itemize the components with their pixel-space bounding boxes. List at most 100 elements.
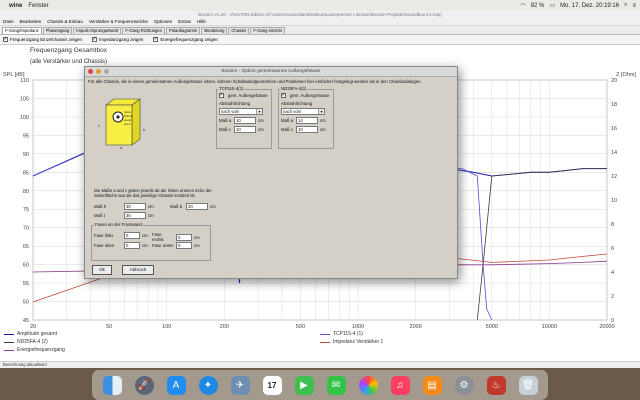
y-tick-label-right: 10 [611,198,617,204]
chart-legend: Amplitude gesamt TCP115-4 (1) ND25FA-4 (2)… [0,329,640,357]
y-tick-label-right: 18 [611,102,617,108]
cabinet-illustration-icon: c a b Seite Schall- wand oben [98,98,146,150]
cancel-button[interactable]: Abbruch [122,265,154,275]
battery-icon[interactable]: ▭ [549,2,555,9]
chassis-1-direction-select[interactable]: nach vorn ▾ [219,108,263,115]
chassis-2-abstrahl-label: Abstrahlrichtung [281,101,313,106]
messages-icon[interactable]: ✉ [326,375,346,395]
menu-list-icon[interactable]: ≡ [632,3,636,9]
facetime-icon[interactable]: ▶ [294,375,314,395]
preview-icon[interactable]: ✈ [230,375,250,395]
checkbox-icon[interactable] [219,92,224,98]
chassis-1-a-label: Maß a [219,118,232,123]
tab-fgang-impedanz[interactable]: F-Gang/Impedanz [2,27,42,34]
legend-item: ND25FA-4 (2) [4,339,48,345]
tab-fgang-richtungen[interactable]: F-Gang Richtungen [122,27,165,34]
wifi-icon[interactable]: ◠ [520,2,525,9]
menu-chassis-einbau[interactable]: Chassis & Einbau [47,18,83,25]
finder-icon[interactable] [102,375,122,395]
chassis-2-a-input[interactable]: 14 [296,117,318,124]
menu-optionen[interactable]: Optionen [154,18,172,25]
menu-hilfe[interactable]: Hilfe [197,18,206,25]
chassis-2-a-label: Maß a [281,118,294,123]
legend-swatch [4,349,14,351]
fase-unten-label: Fase unten [152,243,174,248]
chassis-2-c-input[interactable]: 10 [296,126,318,133]
ok-button[interactable]: Ok [92,265,112,275]
y-tick-label-left: 65 [23,244,29,250]
tab-buendelung[interactable]: Bündelung [201,27,228,34]
safari-icon[interactable]: ✦ [198,375,218,395]
chassis-1-a-unit: cm [258,118,264,123]
row-fase-rechts: Fase rechts 0 cm [152,232,200,242]
chassis-2-gem[interactable]: gem. Außengehäuse [281,92,330,98]
x-tick-label: 200 [220,324,229,328]
checkbox-icon[interactable] [281,92,286,98]
chassis-1-c-label: Maß c [219,127,231,132]
mass-h-input[interactable]: 30 [124,203,146,210]
tab-impuls[interactable]: Impuls-/Sprungantwort [73,27,122,34]
tab-polardiagramm[interactable]: Polardiagramm [165,27,201,34]
calendar-icon[interactable]: 17 [262,375,282,395]
app-menu-wine[interactable]: wine [9,3,22,9]
chevron-down-icon[interactable]: ▾ [256,109,262,114]
app-store-icon[interactable]: A [166,375,186,395]
legend-swatch [4,333,14,335]
fase-links-input[interactable]: 0 [124,232,140,239]
menu-datei[interactable]: Datei [3,18,14,25]
chassis-2-direction-value: nach vorn [283,109,302,114]
chassis-1-c-input[interactable]: 10 [234,126,256,133]
dialog-titlebar: Boxsim - Option gemeinsames Außengehäuse [85,67,457,77]
x-tick-label: 100 [162,324,171,328]
illu-text-3: oben [124,122,131,126]
y-tick-label-left: 100 [20,115,29,121]
mass-t-label: Maß t [94,213,105,218]
fase-unten-input[interactable]: 0 [176,242,192,249]
mass-t-input[interactable]: 30 [124,212,146,219]
dialog-note: Für alle Chassis, die in einem gemeinsam… [88,79,422,84]
mass-b-input[interactable]: 20 [186,203,208,210]
chassis-1-gem[interactable]: gem. Außengehäuse [219,92,268,98]
mass-b-unit: cm [210,204,216,209]
menu-verstaerker[interactable]: Verstärker & Frequenzweiche [89,18,148,25]
system-preferences-icon[interactable]: ⚙ [454,375,474,395]
chassis-2-direction-select[interactable]: nach vorn ▾ [281,108,325,115]
photos-icon[interactable] [358,375,378,395]
status-bar: Berechnung aktualisiert [0,361,640,368]
fase-rechts-label: Fase rechts [152,232,164,242]
y-tick-label-left: 60 [23,263,29,269]
tab-chassis[interactable]: Chassis [228,27,250,34]
legend-swatch [320,341,330,343]
y-tick-label-left: 105 [20,96,29,102]
chassis-1-a-input[interactable]: 10 [234,117,256,124]
chassis-1-direction-value: nach vorn [221,109,240,114]
search-icon[interactable]: ⌕ [624,2,627,9]
clock[interactable]: Mo. 17. Dez. 20:19:16 [560,3,619,9]
x-tick-label: 20000 [599,324,614,328]
y-tick-label-right: 16 [611,126,617,132]
y-tick-label-left: 45 [23,318,29,324]
trash-icon[interactable]: 🗑 [518,375,538,395]
chassis-1-a: Maß a 10 cm [219,117,264,124]
chassis-2-a: Maß a 14 cm [281,117,326,124]
launchpad-icon[interactable]: 🚀 [134,375,154,395]
y-axis-label-right: Z [Ohm] [616,72,636,78]
menu-extras[interactable]: Extras [178,18,191,25]
y-tick-label-left: 55 [23,281,29,287]
menu-bearbeiten[interactable]: Bearbeiten [20,18,42,25]
tab-phasengang[interactable]: Phasengang [42,27,73,34]
y-tick-label-left: 80 [23,189,29,195]
fase-links-unit: cm [142,233,148,238]
fase-rechts-input[interactable]: 0 [176,233,192,241]
chevron-down-icon[interactable]: ▾ [318,109,324,114]
legend-item: TCP115-4 (1) [320,331,363,337]
music-icon[interactable]: ♫ [390,375,410,395]
tab-fgang-einzeln[interactable]: F-Gang einzeln [250,27,285,34]
fase-oben-label: Fase oben [94,243,115,248]
books-icon[interactable]: ▤ [422,375,442,395]
row-mass-b: Maß b 20 cm [170,203,216,210]
fase-oben-input[interactable]: 0 [124,242,140,249]
illu-label-b: b [143,127,146,132]
menu-fenster[interactable]: Fenster [28,3,48,9]
wine-icon[interactable]: ♨ [486,375,506,395]
